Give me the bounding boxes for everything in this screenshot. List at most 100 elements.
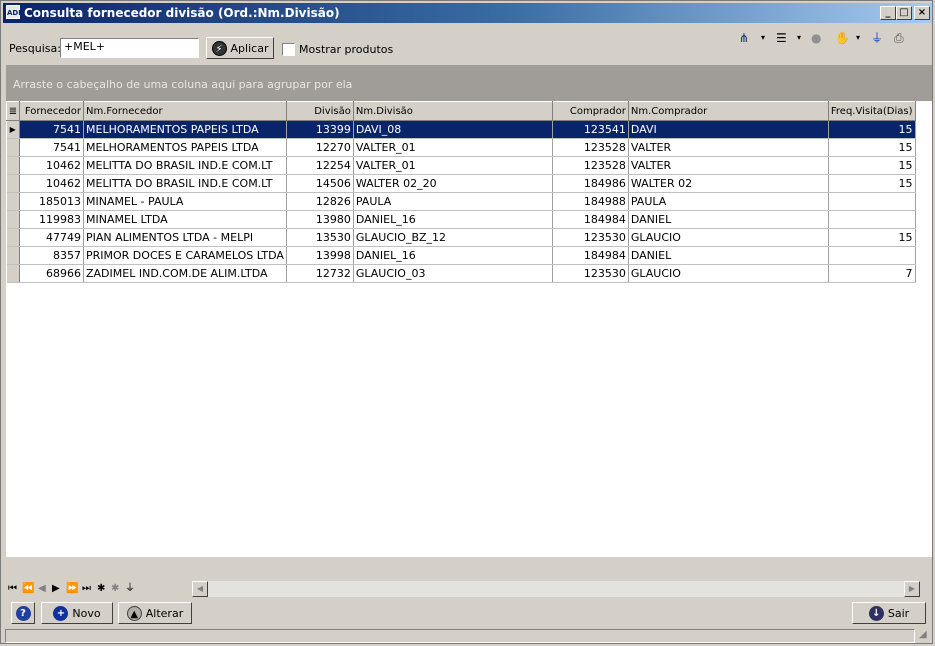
table-row[interactable]: 47749 PIAN ALIMENTOS LTDA - MELPI 13530 GLA… — [6, 228, 916, 247]
column-header-nm-divisao[interactable]: Nm.Divisão — [352, 101, 553, 121]
cell-nm-divisao[interactable]: VALTER_01 — [353, 156, 553, 175]
cell-divisao[interactable]: 13998 — [286, 246, 354, 265]
current-row-indicator-icon[interactable]: ▶ — [6, 120, 20, 139]
cell-nm-comprador[interactable]: DANIEL — [628, 210, 829, 229]
cell-nm-divisao[interactable]: GLAUCIO_03 — [353, 264, 553, 283]
cell-comprador[interactable]: 123528 — [552, 156, 629, 175]
table-row[interactable]: 7541 MELHORAMENTOS PAPEIS LTDA 12270 VALTER… — [6, 138, 916, 157]
cell-divisao[interactable]: 14506 — [286, 174, 354, 193]
cell-nm-divisao[interactable]: DANIEL_16 — [353, 210, 553, 229]
cell-freq[interactable]: 15 — [828, 228, 916, 247]
cell-comprador[interactable]: 123541 — [552, 120, 629, 139]
print-icon[interactable]: ⎙ — [894, 31, 904, 45]
cell-nm-divisao[interactable]: WALTER 02_20 — [353, 174, 553, 193]
cell-fornecedor[interactable]: 7541 — [19, 120, 84, 139]
cell-divisao[interactable]: 12270 — [286, 138, 354, 157]
table-row[interactable]: 10462 MELITTA DO BRASIL IND.E COM.LT 14506… — [6, 174, 916, 193]
table-row[interactable]: ▶ 7541 MELHORAMENTOS PAPEIS LTDA 13399 DAVI_… — [6, 120, 916, 139]
exit-button[interactable]: ↓ Sair — [852, 602, 926, 624]
cell-fornecedor[interactable]: 68966 — [19, 264, 84, 283]
table-row[interactable]: 119983 MINAMEL LTDA 13980 DANIEL_16 184984 DA… — [6, 210, 916, 229]
row-indicator[interactable] — [6, 156, 20, 175]
cell-divisao[interactable]: 12254 — [286, 156, 354, 175]
table-row[interactable]: 68966 ZADIMEL IND.COM.DE ALIM.LTDA 12732 GL… — [6, 264, 916, 283]
cell-freq[interactable] — [828, 246, 916, 265]
cell-divisao[interactable]: 13530 — [286, 228, 354, 247]
cell-divisao[interactable]: 12826 — [286, 192, 354, 211]
cell-freq[interactable]: 7 — [828, 264, 916, 283]
cell-nm-fornecedor[interactable]: MELITTA DO BRASIL IND.E COM.LT — [83, 174, 287, 193]
resize-grip-icon[interactable]: ◢ — [919, 629, 927, 640]
cell-nm-fornecedor[interactable]: MINAMEL LTDA — [83, 210, 287, 229]
row-indicator[interactable] — [6, 264, 20, 283]
cell-divisao[interactable]: 13980 — [286, 210, 354, 229]
cell-fornecedor[interactable]: 7541 — [19, 138, 84, 157]
help-button[interactable]: ? — [11, 602, 35, 624]
column-menu-icon[interactable]: ≣ — [6, 101, 20, 121]
cell-comprador[interactable]: 123528 — [552, 138, 629, 157]
next-icon[interactable]: ▶ — [52, 582, 60, 596]
show-products-checkbox[interactable] — [282, 43, 295, 56]
cell-nm-comprador[interactable]: VALTER — [628, 138, 829, 157]
chevron-down-icon[interactable]: ▾ — [797, 31, 801, 45]
cell-nm-divisao[interactable]: DANIEL_16 — [353, 246, 553, 265]
layout-icon[interactable]: ☰ — [776, 31, 787, 45]
cell-freq[interactable]: 15 — [828, 174, 916, 193]
maximize-button[interactable]: □ — [896, 6, 912, 20]
row-indicator[interactable] — [6, 210, 20, 229]
column-header-nm-comprador[interactable]: Nm.Comprador — [627, 101, 829, 121]
scroll-right-arrow-icon[interactable]: ▶ — [904, 581, 920, 597]
table-row[interactable]: 10462 MELITTA DO BRASIL IND.E COM.LT 12254… — [6, 156, 916, 175]
column-header-freq-visita[interactable]: Freq.Visita(Dias) — [827, 101, 916, 121]
column-header-fornecedor[interactable]: Fornecedor — [19, 101, 84, 121]
cell-freq[interactable]: 15 — [828, 120, 916, 139]
column-header-divisao[interactable]: Divisão — [285, 101, 354, 121]
column-header-nm-fornecedor[interactable]: Nm.Fornecedor — [83, 101, 287, 121]
insert-icon[interactable]: ✱ — [97, 582, 105, 596]
horizontal-scrollbar[interactable]: ◀ ▶ — [192, 581, 920, 597]
cell-nm-divisao[interactable]: GLAUCIO_BZ_12 — [353, 228, 553, 247]
next-page-icon[interactable]: ⏩ — [66, 582, 78, 596]
cell-nm-fornecedor[interactable]: MINAMEL - PAULA — [83, 192, 287, 211]
cell-fornecedor[interactable]: 10462 — [19, 174, 84, 193]
cell-comprador[interactable]: 184986 — [552, 174, 629, 193]
row-indicator[interactable] — [6, 246, 20, 265]
cell-nm-fornecedor[interactable]: ZADIMEL IND.COM.DE ALIM.LTDA — [83, 264, 287, 283]
cell-nm-comprador[interactable]: GLAUCIO — [628, 228, 829, 247]
prior-icon[interactable]: ◀ — [38, 582, 46, 596]
chevron-down-icon[interactable]: ▾ — [761, 31, 765, 45]
cell-freq[interactable] — [828, 192, 916, 211]
row-indicator[interactable] — [6, 174, 20, 193]
cell-fornecedor[interactable]: 8357 — [19, 246, 84, 265]
cell-comprador[interactable]: 123530 — [552, 264, 629, 283]
cell-freq[interactable]: 15 — [828, 138, 916, 157]
cell-nm-comprador[interactable]: WALTER 02 — [628, 174, 829, 193]
cell-nm-fornecedor[interactable]: PIAN ALIMENTOS LTDA - MELPI — [83, 228, 287, 247]
hand-icon[interactable]: ✋ — [835, 31, 850, 45]
chevron-down-icon[interactable]: ▾ — [856, 31, 860, 45]
table-row[interactable]: 185013 MINAMEL - PAULA 12826 PAULA 184988 PAU… — [6, 192, 916, 211]
cell-divisao[interactable]: 13399 — [286, 120, 354, 139]
scroll-left-arrow-icon[interactable]: ◀ — [192, 581, 208, 597]
cell-nm-comprador[interactable]: PAULA — [628, 192, 829, 211]
filter-icon[interactable]: ⏚ — [125, 582, 135, 596]
delete-icon[interactable]: ✱ — [111, 582, 119, 596]
row-indicator[interactable] — [6, 228, 20, 247]
cell-nm-divisao[interactable]: DAVI_08 — [353, 120, 553, 139]
cell-comprador[interactable]: 123530 — [552, 228, 629, 247]
close-button[interactable]: × — [914, 6, 930, 20]
prior-page-icon[interactable]: ⏪ — [22, 582, 34, 596]
minimize-button[interactable]: _ — [880, 6, 896, 20]
column-chooser-icon[interactable]: ⋔ — [739, 31, 749, 45]
cell-freq[interactable] — [828, 210, 916, 229]
apply-button[interactable]: ⚡ Aplicar — [206, 37, 274, 59]
column-header-comprador[interactable]: Comprador — [551, 101, 629, 121]
cell-nm-fornecedor[interactable]: MELHORAMENTOS PAPEIS LTDA — [83, 138, 287, 157]
row-indicator[interactable] — [6, 138, 20, 157]
cell-nm-comprador[interactable]: DAVI — [628, 120, 829, 139]
edit-button[interactable]: ▲ Alterar — [118, 602, 192, 624]
cell-fornecedor[interactable]: 185013 — [19, 192, 84, 211]
cell-nm-fornecedor[interactable]: PRIMOR DOCES E CARAMELOS LTDA — [83, 246, 287, 265]
title-bar[interactable]: ADM Consulta fornecedor divisão (Ord.:Nm… — [3, 3, 932, 23]
table-row[interactable]: 8357 PRIMOR DOCES E CARAMELOS LTDA 13998 DA… — [6, 246, 916, 265]
